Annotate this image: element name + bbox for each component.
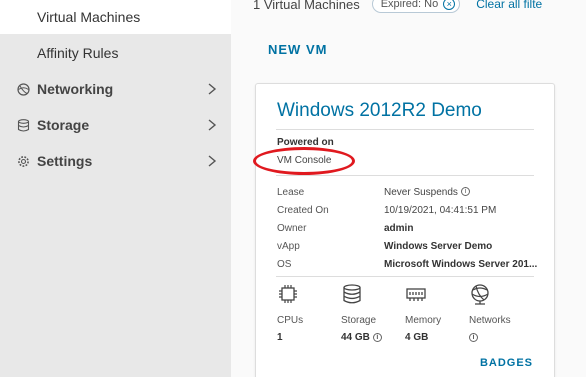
filter-chip-label: Expired: No	[380, 0, 439, 10]
new-vm-button[interactable]: NEW VM	[268, 42, 327, 57]
resource-cpus: CPUs 1	[277, 283, 347, 343]
sidebar-item-label: Networking	[37, 81, 114, 97]
property-row-created-on: Created On 10/19/2021, 04:41:51 PM	[277, 201, 537, 219]
vm-count: 1 Virtual Machines	[253, 0, 360, 12]
storage-value: 44 GB	[341, 332, 370, 343]
property-value: admin	[384, 222, 414, 234]
filter-chip-expired: Expired: No ×	[371, 0, 461, 13]
sidebar-item-label: Settings	[37, 153, 93, 169]
property-key: OS	[277, 258, 292, 270]
badges-button[interactable]: BADGES	[480, 357, 533, 369]
vm-properties: Lease Never Suspends i Created On 10/19/2…	[277, 183, 537, 273]
annotation-ellipse	[253, 147, 355, 175]
resource-label: Memory	[405, 315, 442, 326]
property-key: vApp	[277, 240, 300, 252]
sidebar-item-label: Affinity Rules	[37, 45, 119, 61]
property-row-lease: Lease Never Suspends i	[277, 183, 537, 201]
gear-icon	[16, 154, 30, 168]
clear-all-filters-link[interactable]: Clear all filte	[476, 0, 542, 11]
property-value: Never Suspends i	[384, 187, 470, 198]
close-icon[interactable]: ×	[443, 0, 456, 10]
divider	[276, 129, 534, 130]
storage-icon	[343, 284, 361, 304]
chevron-right-icon	[208, 155, 217, 167]
property-value: Microsoft Windows Server 201...	[384, 258, 537, 270]
sidebar-item-settings[interactable]: Settings	[0, 144, 231, 178]
cpu-icon	[279, 285, 297, 303]
resource-networks: Networks i	[469, 283, 539, 343]
memory-icon	[406, 288, 426, 301]
sidebar-item-affinity-rules[interactable]: Affinity Rules	[0, 36, 231, 70]
filter-bar: 1 Virtual Machines Expired: No × Clear a…	[253, 0, 542, 14]
resource-value: i	[469, 332, 539, 343]
info-icon[interactable]: i	[460, 187, 470, 197]
sidebar-item-label: Storage	[37, 117, 90, 133]
divider	[276, 175, 534, 176]
vm-card: Windows 2012R2 Demo Powered on VM Consol…	[253, 83, 555, 377]
resource-storage: Storage 44 GB i	[341, 283, 411, 343]
resource-memory: Memory 4 GB	[405, 283, 475, 343]
resource-label: CPUs	[277, 315, 304, 326]
storage-icon	[16, 118, 30, 132]
property-key: Owner	[277, 222, 307, 234]
chevron-right-icon	[208, 119, 217, 131]
sidebar: Virtual Machines Affinity Rules Networki…	[0, 0, 231, 377]
resource-value: 4 GB	[405, 332, 429, 343]
sidebar-item-virtual-machines[interactable]: Virtual Machines	[0, 0, 231, 34]
resource-label: Networks	[469, 315, 511, 326]
property-key: Lease	[277, 186, 305, 198]
network-icon	[471, 284, 489, 305]
lease-value: Never Suspends	[384, 186, 458, 198]
resource-value: 44 GB i	[341, 332, 411, 343]
network-icon	[16, 82, 30, 96]
resource-value: 1	[277, 332, 283, 343]
property-row-os: OS Microsoft Windows Server 201...	[277, 255, 537, 273]
info-icon[interactable]: i	[469, 332, 478, 342]
property-row-vapp: vApp Windows Server Demo	[277, 237, 537, 255]
property-row-owner: Owner admin	[277, 219, 537, 237]
divider	[276, 276, 534, 277]
property-key: Created On	[277, 204, 329, 216]
chevron-right-icon	[208, 83, 217, 95]
main-content: 1 Virtual Machines Expired: No × Clear a…	[231, 0, 586, 377]
info-icon[interactable]: i	[372, 332, 382, 342]
sidebar-item-storage[interactable]: Storage	[0, 108, 231, 142]
resource-label: Storage	[341, 315, 377, 326]
sidebar-item-networking[interactable]: Networking	[0, 72, 231, 106]
sidebar-item-label: Virtual Machines	[37, 9, 141, 25]
vm-title-link[interactable]: Windows 2012R2 Demo	[277, 100, 482, 122]
property-value: 10/19/2021, 04:41:51 PM	[384, 204, 497, 216]
vapp-link[interactable]: Windows Server Demo	[384, 241, 492, 252]
